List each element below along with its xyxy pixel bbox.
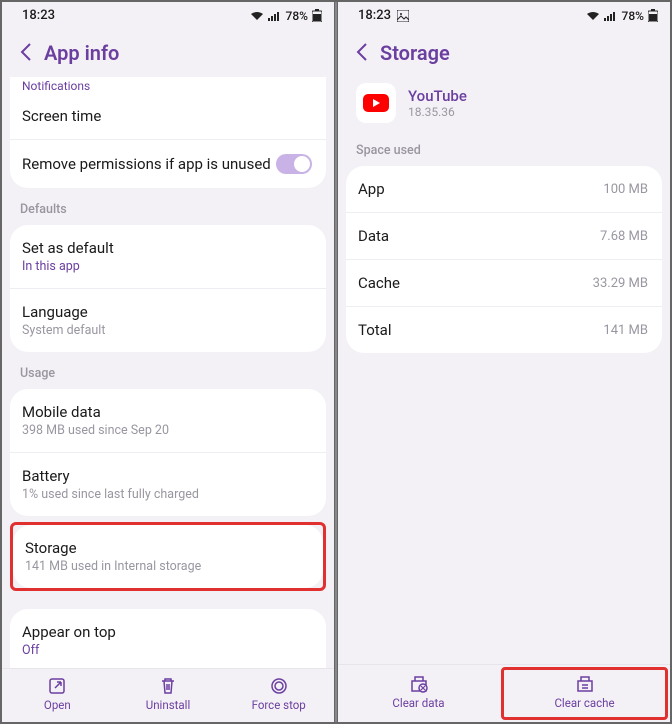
force-stop-label: Force stop — [252, 698, 306, 712]
total-size-label: Total — [358, 321, 392, 339]
status-time: 18:23 — [358, 8, 391, 23]
header: Storage — [338, 25, 670, 77]
cache-size-value: 33.29 MB — [593, 276, 648, 291]
language-row[interactable]: Language System default — [10, 289, 326, 352]
status-right: 78% — [250, 9, 322, 23]
screen-time-row[interactable]: Screen time — [10, 93, 326, 140]
content-scroll[interactable]: Notifications Screen time Remove permiss… — [2, 77, 334, 668]
content-scroll[interactable]: Space used App 100 MB Data 7.68 MB Cache… — [338, 129, 670, 664]
image-notif-icon — [397, 10, 409, 22]
card-space-used: App 100 MB Data 7.68 MB Cache 33.29 MB T… — [346, 166, 662, 353]
stop-icon — [270, 677, 288, 695]
total-size-value: 141 MB — [603, 323, 648, 338]
appear-on-top-row[interactable]: Appear on top Off — [10, 609, 326, 668]
defaults-section-label: Defaults — [2, 188, 334, 225]
set-default-row[interactable]: Set as default In this app — [10, 225, 326, 289]
clear-data-label: Clear data — [392, 696, 444, 710]
app-version: 18.35.36 — [408, 105, 467, 119]
status-bar: 18:23 78% — [2, 2, 334, 25]
data-size-value: 7.68 MB — [600, 229, 648, 244]
data-size-row: Data 7.68 MB — [346, 213, 662, 260]
wifi-icon — [250, 11, 264, 21]
set-default-sub: In this app — [22, 259, 114, 274]
battery-pct: 78% — [622, 9, 644, 23]
appear-on-top-label: Appear on top — [22, 623, 116, 641]
battery-pct: 78% — [286, 9, 308, 23]
phone-storage: 18:23 78% Storage YouTube 18.35.36 Space… — [337, 2, 670, 722]
storage-sub: 141 MB used in Internal storage — [25, 559, 201, 574]
cache-size-label: Cache — [358, 274, 400, 292]
appear-on-top-sub: Off — [22, 643, 116, 658]
status-time: 18:23 — [22, 8, 55, 23]
notifications-row-cut[interactable]: Notifications — [10, 77, 326, 93]
space-used-label: Space used — [338, 129, 670, 166]
set-default-label: Set as default — [22, 239, 114, 257]
total-size-row: Total 141 MB — [346, 307, 662, 353]
storage-row[interactable]: Storage 141 MB used in Internal storage — [13, 525, 323, 588]
battery-icon — [648, 9, 658, 22]
card-usage-2: Appear on top Off Picture-in-picture All… — [10, 609, 326, 668]
mobile-data-sub: 398 MB used since Sep 20 — [22, 423, 169, 438]
header: App info — [2, 25, 334, 77]
clear-data-icon — [409, 675, 429, 693]
remove-permissions-label: Remove permissions if app is unused — [22, 155, 271, 173]
back-button[interactable] — [20, 43, 32, 64]
battery-icon — [312, 9, 322, 22]
status-right: 78% — [586, 9, 658, 23]
remove-permissions-row[interactable]: Remove permissions if app is unused — [10, 140, 326, 188]
uninstall-button[interactable]: Uninstall — [113, 669, 224, 722]
battery-label: Battery — [22, 467, 199, 485]
storage-label: Storage — [25, 539, 201, 557]
force-stop-button[interactable]: Force stop — [223, 669, 334, 722]
clear-cache-label: Clear cache — [554, 696, 614, 710]
page-title: App info — [44, 41, 119, 65]
app-header: YouTube 18.35.36 — [338, 77, 670, 129]
mobile-data-label: Mobile data — [22, 403, 169, 421]
data-size-label: Data — [358, 227, 389, 245]
bottom-bar: Open Uninstall Force stop — [2, 668, 334, 722]
open-label: Open — [44, 698, 71, 712]
card-storage: Storage 141 MB used in Internal storage — [13, 525, 323, 588]
back-button[interactable] — [356, 43, 368, 64]
status-bar: 18:23 78% — [338, 2, 670, 25]
card-usage-1: Mobile data 398 MB used since Sep 20 Bat… — [10, 389, 326, 516]
language-sub: System default — [22, 323, 105, 338]
app-size-value: 100 MB — [603, 182, 648, 197]
wifi-icon — [586, 11, 600, 21]
uninstall-label: Uninstall — [146, 698, 191, 712]
app-name: YouTube — [408, 87, 467, 105]
trash-icon — [159, 677, 177, 695]
mobile-data-row[interactable]: Mobile data 398 MB used since Sep 20 — [10, 389, 326, 453]
usage-section-label: Usage — [2, 352, 334, 389]
app-size-row: App 100 MB — [346, 166, 662, 213]
clear-data-button[interactable]: Clear data — [338, 665, 499, 722]
phone-app-info: 18:23 78% App info Notifications Screen … — [2, 2, 335, 722]
clear-cache-button[interactable]: Clear cache — [501, 667, 668, 720]
page-title: Storage — [380, 41, 450, 65]
signal-icon — [268, 11, 282, 21]
storage-highlight: Storage 141 MB used in Internal storage — [10, 522, 326, 591]
signal-icon — [604, 11, 618, 21]
card-defaults: Set as default In this app Language Syst… — [10, 225, 326, 352]
cache-size-row: Cache 33.29 MB — [346, 260, 662, 307]
screen-time-label: Screen time — [22, 107, 101, 125]
bottom-bar: Clear data Clear cache — [338, 664, 670, 722]
remove-permissions-toggle[interactable] — [276, 154, 312, 174]
app-size-label: App — [358, 180, 385, 198]
language-label: Language — [22, 303, 105, 321]
battery-row[interactable]: Battery 1% used since last fully charged — [10, 453, 326, 516]
battery-sub: 1% used since last fully charged — [22, 487, 199, 502]
open-icon — [48, 677, 66, 695]
clear-cache-icon — [575, 675, 595, 693]
open-button[interactable]: Open — [2, 669, 113, 722]
youtube-icon — [356, 83, 396, 123]
card-top: Notifications Screen time Remove permiss… — [10, 77, 326, 188]
